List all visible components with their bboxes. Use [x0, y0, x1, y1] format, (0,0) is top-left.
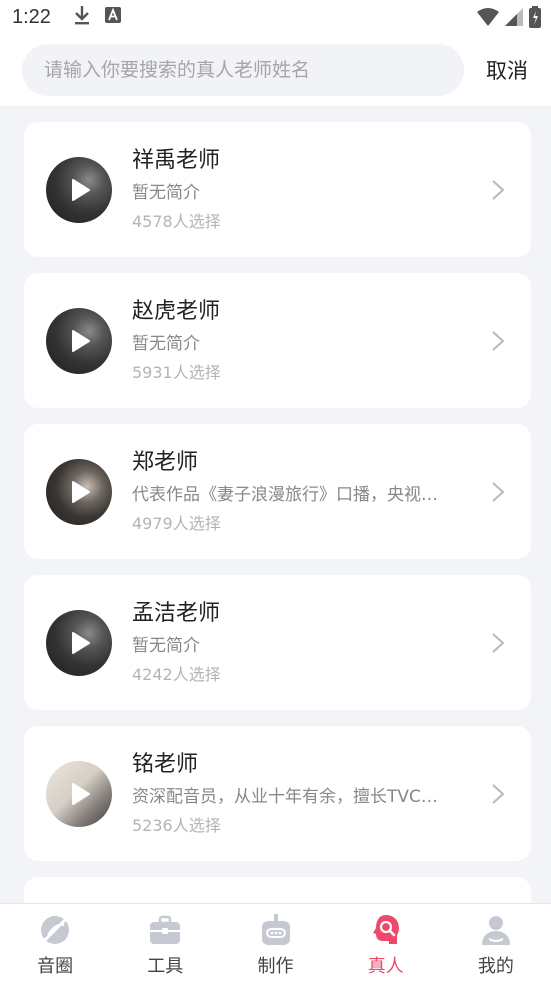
search-input[interactable]	[44, 59, 464, 81]
chevron-right-icon	[492, 632, 505, 653]
teacher-card[interactable]: 赵虎老师 暂无简介 5931人选择	[24, 273, 531, 408]
teacher-desc: 代表作品《妻子浪漫旅行》口播，央视…	[132, 484, 438, 505]
nav-item-real-person[interactable]: 真人	[331, 904, 441, 982]
teacher-name: 祥禹老师	[132, 147, 221, 173]
teacher-name: 赵虎老师	[132, 298, 221, 324]
chevron-right-icon	[492, 481, 505, 502]
teacher-count: 4242人选择	[132, 664, 221, 684]
teacher-avatar[interactable]	[46, 458, 112, 525]
teacher-avatar[interactable]	[46, 609, 112, 676]
search-header: 取消	[0, 34, 551, 106]
chevron-right-icon	[492, 783, 505, 804]
teacher-count: 5236人选择	[132, 815, 221, 835]
teacher-list: 祥禹老师 暂无简介 4578人选择 赵虎老师 暂无简介 5931人选择 郑老师 …	[24, 122, 531, 917]
chevron-right-icon	[492, 330, 505, 351]
a-badge-icon	[104, 7, 121, 27]
teacher-desc: 资深配音员，从业十年有余，擅长TVC…	[132, 786, 438, 807]
teacher-card[interactable]: 郑老师 代表作品《妻子浪漫旅行》口播，央视… 4979人选择	[24, 424, 531, 559]
nav-label: 制作	[257, 956, 294, 977]
play-icon	[72, 782, 90, 805]
nav-label: 我的	[477, 956, 514, 977]
teacher-card[interactable]: 祥禹老师 暂无简介 4578人选择	[24, 122, 531, 257]
play-icon	[72, 329, 90, 352]
play-icon	[72, 178, 90, 201]
teacher-count: 5931人选择	[132, 362, 221, 382]
teacher-name: 孟洁老师	[132, 600, 221, 626]
status-time: 1:22	[12, 5, 51, 28]
nav-label: 音圈	[37, 956, 74, 977]
teacher-name: 铭老师	[132, 751, 199, 777]
profile-icon	[478, 912, 514, 948]
teacher-avatar[interactable]	[46, 156, 112, 223]
nav-label: 工具	[147, 956, 184, 977]
battery-icon	[529, 6, 541, 32]
teacher-avatar[interactable]	[46, 760, 112, 827]
download-icon	[73, 5, 91, 29]
teacher-count: 4979人选择	[132, 513, 221, 533]
teacher-desc: 暂无简介	[132, 333, 200, 354]
nav-item-mine[interactable]: 我的	[441, 904, 551, 982]
cancel-button[interactable]: 取消	[486, 55, 528, 85]
play-icon	[72, 480, 90, 503]
nav-label: 真人	[367, 956, 404, 977]
teacher-card[interactable]: 铭老师 资深配音员，从业十年有余，擅长TVC… 5236人选择	[24, 726, 531, 861]
person-mic-icon	[368, 912, 404, 948]
play-icon	[72, 631, 90, 654]
nav-item-make[interactable]: 制作	[220, 904, 330, 982]
robot-icon	[258, 912, 294, 948]
toolbox-icon	[147, 912, 183, 948]
nav-item-yinquan[interactable]: 音圈	[0, 904, 110, 982]
wifi-icon	[477, 8, 499, 30]
bottom-nav: 音圈 工具 制作 真人 我的	[0, 903, 551, 982]
signal-icon	[505, 8, 523, 30]
teacher-desc: 暂无简介	[132, 635, 200, 656]
nav-item-tools[interactable]: 工具	[110, 904, 220, 982]
teacher-desc: 暂无简介	[132, 182, 200, 203]
teacher-avatar[interactable]	[46, 307, 112, 374]
teacher-card[interactable]: 孟洁老师 暂无简介 4242人选择	[24, 575, 531, 710]
status-bar: 1:22	[0, 0, 551, 34]
chevron-right-icon	[492, 179, 505, 200]
circle-slash-icon	[37, 912, 73, 948]
teacher-name: 郑老师	[132, 449, 199, 475]
teacher-count: 4578人选择	[132, 211, 221, 231]
search-box[interactable]	[22, 44, 464, 96]
